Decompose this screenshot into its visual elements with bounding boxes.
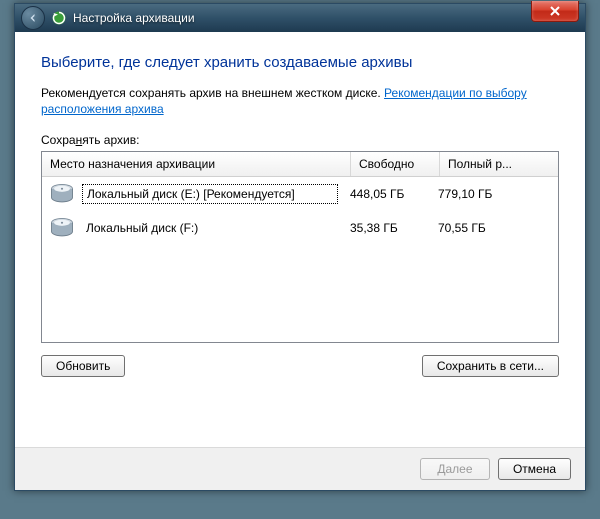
row-label: Локальный диск (F:) (82, 219, 338, 237)
back-button[interactable] (21, 6, 45, 30)
row-free-space: 448,05 ГБ (342, 187, 430, 201)
page-heading: Выберите, где следует хранить создаваемы… (41, 54, 559, 71)
save-location-label: Сохранять архив: (41, 133, 559, 147)
backup-app-icon (51, 10, 67, 26)
recommendation-text: Рекомендуется сохранять архив на внешнем… (41, 85, 559, 117)
row-total-space: 779,10 ГБ (430, 187, 558, 201)
hard-drive-icon (48, 180, 76, 208)
save-network-button[interactable]: Сохранить в сети... (422, 355, 559, 377)
list-row[interactable]: Локальный диск (F:) 35,38 ГБ 70,55 ГБ (42, 211, 558, 245)
titlebar: Настройка архивации (15, 4, 585, 32)
list-header: Место назначения архивации Свободно Полн… (42, 152, 558, 177)
arrow-left-icon (27, 12, 39, 24)
next-button[interactable]: Далее (420, 458, 490, 480)
window-title: Настройка архивации (73, 11, 195, 25)
refresh-button[interactable]: Обновить (41, 355, 125, 377)
row-label: Локальный диск (E:) [Рекомендуется] (82, 184, 338, 204)
column-destination[interactable]: Место назначения архивации (42, 152, 351, 176)
close-button[interactable] (531, 1, 579, 22)
list-row[interactable]: Локальный диск (E:) [Рекомендуется] 448,… (42, 177, 558, 211)
column-free[interactable]: Свободно (351, 152, 440, 176)
destination-list[interactable]: Место назначения архивации Свободно Полн… (41, 151, 559, 343)
backup-wizard-window: Настройка архивации Выберите, где следуе… (14, 3, 586, 491)
list-actions: Обновить Сохранить в сети... (41, 355, 559, 377)
recommendation-prefix: Рекомендуется сохранять архив на внешнем… (41, 86, 384, 100)
column-total[interactable]: Полный р... (440, 152, 558, 176)
wizard-footer: Далее Отмена (15, 447, 585, 490)
content-area: Выберите, где следует хранить создаваемы… (15, 32, 585, 447)
row-free-space: 35,38 ГБ (342, 221, 430, 235)
close-icon (550, 6, 560, 16)
hard-drive-icon (48, 214, 76, 242)
row-total-space: 70,55 ГБ (430, 221, 558, 235)
cancel-button[interactable]: Отмена (498, 458, 571, 480)
